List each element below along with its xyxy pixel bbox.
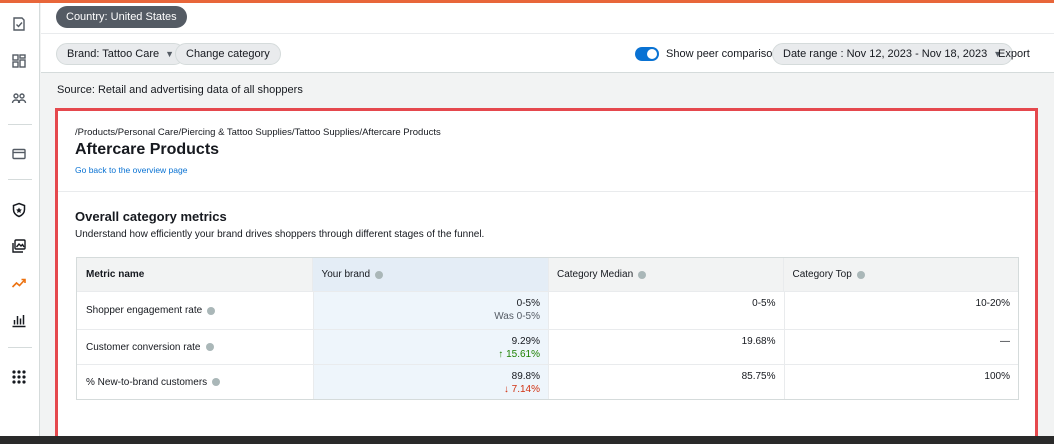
date-range-label: Date range : Nov 12, 2023 - Nov 18, 2023 bbox=[783, 48, 988, 60]
column-header-your-brand: Your brand bbox=[312, 258, 548, 291]
brand-filter-label: Brand: Tattoo Care bbox=[67, 48, 160, 60]
sidebar-divider bbox=[8, 124, 32, 125]
your-brand-cell: 0-5% Was 0-5% bbox=[312, 292, 548, 329]
info-icon[interactable] bbox=[205, 343, 214, 351]
brand-value: 0-5% bbox=[516, 298, 540, 309]
category-median-cell: 19.68% bbox=[548, 330, 784, 364]
brand-value: 9.29% bbox=[511, 336, 540, 347]
brand-change-up: ↑ 15.61% bbox=[498, 349, 540, 360]
date-range-dropdown[interactable]: Date range : Nov 12, 2023 - Nov 18, 2023… bbox=[772, 43, 1014, 65]
table-header-row: Metric name Your brand Category Median C… bbox=[77, 258, 1018, 292]
page-title: Aftercare Products bbox=[75, 141, 220, 158]
sidebar-divider bbox=[8, 347, 32, 348]
media-icon[interactable] bbox=[9, 236, 29, 256]
column-header-category-median: Category Median bbox=[547, 258, 784, 291]
brand-value: 89.8% bbox=[511, 371, 540, 382]
audience-icon[interactable] bbox=[9, 88, 29, 108]
table-row: Shopper engagement rate 0-5% Was 0-5% 0-… bbox=[77, 292, 1018, 330]
metric-name-cell: Customer conversion rate bbox=[77, 330, 313, 364]
metric-name-cell: Shopper engagement rate bbox=[77, 292, 313, 329]
brand-previous-value: Was 0-5% bbox=[494, 311, 540, 322]
wallet-icon[interactable] bbox=[9, 144, 29, 164]
peer-comparison-label: Show peer comparison bbox=[666, 48, 779, 60]
change-category-label: Change category bbox=[186, 48, 270, 60]
info-icon[interactable] bbox=[856, 270, 865, 279]
chevron-down-icon: ▼ bbox=[165, 49, 175, 59]
metric-name-cell: % New-to-brand customers bbox=[77, 365, 313, 399]
category-median-cell: 85.75% bbox=[548, 365, 784, 399]
table-row: % New-to-brand customers 89.8% ↓ 7.14% 8… bbox=[77, 365, 1018, 399]
bottom-bar bbox=[0, 436, 1054, 444]
back-to-overview-link[interactable]: Go back to the overview page bbox=[75, 165, 187, 175]
bar-chart-icon[interactable] bbox=[9, 310, 29, 330]
sidebar-divider bbox=[8, 179, 32, 180]
category-metrics-card: /Products/Personal Care/Piercing & Tatto… bbox=[55, 108, 1038, 440]
your-brand-cell: 89.8% ↓ 7.14% bbox=[312, 365, 548, 399]
info-icon[interactable] bbox=[207, 306, 216, 315]
info-icon[interactable] bbox=[638, 270, 647, 279]
metrics-section-title: Overall category metrics bbox=[75, 209, 227, 224]
apps-grid-icon[interactable] bbox=[9, 367, 29, 387]
header-divider bbox=[41, 33, 1054, 34]
sidebar bbox=[0, 3, 40, 436]
category-median-cell: 0-5% bbox=[548, 292, 784, 329]
your-brand-cell: 9.29% ↑ 15.61% bbox=[312, 330, 548, 364]
shield-icon[interactable] bbox=[9, 200, 29, 220]
metrics-section-description: Understand how efficiently your brand dr… bbox=[75, 229, 485, 240]
info-icon[interactable] bbox=[212, 378, 221, 386]
category-top-cell: 100% bbox=[783, 365, 1019, 399]
column-header-category-top: Category Top bbox=[783, 258, 1018, 291]
checklist-icon[interactable] bbox=[9, 14, 29, 34]
metrics-table: Metric name Your brand Category Median C… bbox=[76, 257, 1019, 400]
category-top-cell: 10-20% bbox=[783, 292, 1019, 329]
brand-change-down: ↓ 7.14% bbox=[503, 384, 540, 395]
trend-icon[interactable] bbox=[9, 273, 29, 293]
export-button[interactable]: Export bbox=[998, 48, 1030, 60]
category-top-cell: — bbox=[783, 330, 1019, 364]
data-source-note: Source: Retail and advertising data of a… bbox=[57, 84, 303, 96]
column-header-metric-name: Metric name bbox=[86, 269, 145, 280]
table-row: Customer conversion rate 9.29% ↑ 15.61% … bbox=[77, 330, 1018, 365]
brand-filter-dropdown[interactable]: Brand: Tattoo Care ▼ bbox=[56, 43, 186, 65]
category-breadcrumb: /Products/Personal Care/Piercing & Tatto… bbox=[75, 127, 441, 138]
card-divider bbox=[58, 191, 1035, 192]
country-filter-label: Country: United States bbox=[66, 11, 177, 23]
peer-comparison-toggle[interactable] bbox=[635, 47, 659, 61]
dashboard-grid-icon[interactable] bbox=[9, 51, 29, 71]
change-category-button[interactable]: Change category bbox=[175, 43, 281, 65]
info-icon[interactable] bbox=[375, 270, 384, 279]
country-filter-pill[interactable]: Country: United States bbox=[56, 6, 187, 28]
